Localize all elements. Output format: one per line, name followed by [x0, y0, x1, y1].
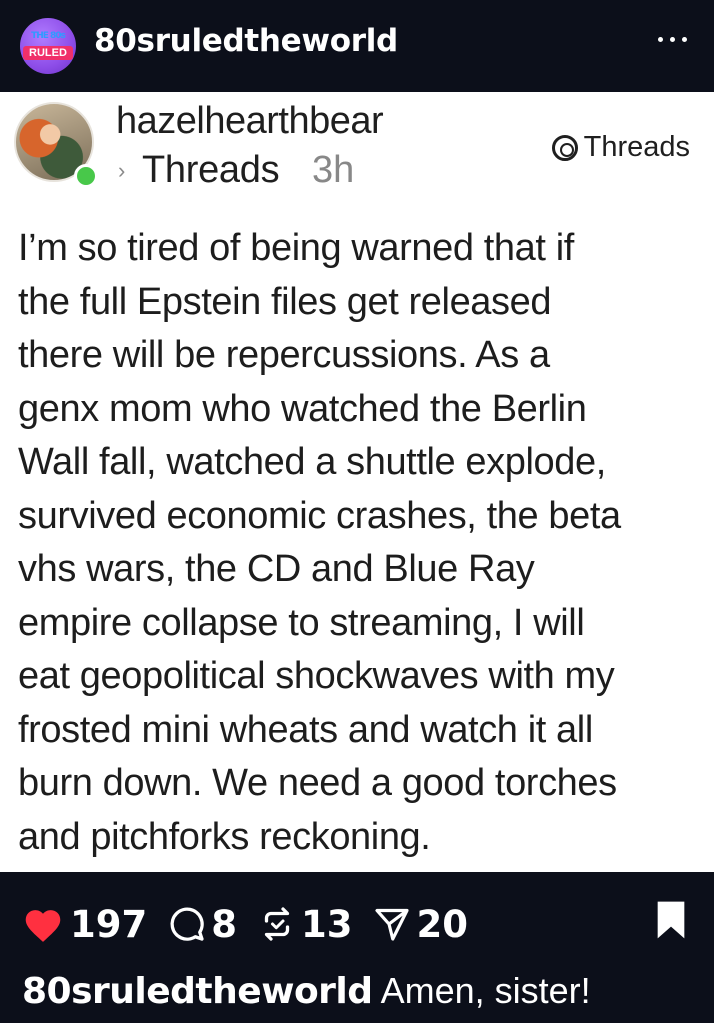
post-footer: 197 8 13 20 80sruledtheworld Amen, siste…	[0, 872, 714, 1023]
comment-count: 8	[211, 902, 237, 946]
caption-text: Amen, sister!	[372, 970, 591, 1011]
post-line: eat geopolitical shockwaves with my	[18, 655, 615, 697]
post-username[interactable]: hazelhearthbear	[116, 100, 384, 143]
heart-icon	[25, 910, 61, 942]
post-body: I’m so tired of being warned that if the…	[18, 222, 698, 864]
threads-badge: Threads	[551, 131, 690, 164]
threads-logo-icon	[551, 134, 578, 161]
comment-button[interactable]: 8	[169, 903, 237, 946]
threads-badge-label: Threads	[583, 131, 690, 163]
repost-count: 13	[300, 902, 353, 946]
post-line: and pitchforks reckoning.	[18, 815, 431, 858]
post-source: Threads	[142, 149, 280, 191]
repost-icon	[264, 907, 290, 941]
caption: 80sruledtheworld Amen, sister!	[22, 970, 591, 1012]
share-button[interactable]: 20	[374, 903, 468, 946]
account-name[interactable]: 80sruledtheworld	[94, 23, 398, 59]
online-status-dot	[74, 164, 98, 188]
post-line: genx mom who watched the Berlin	[18, 387, 587, 430]
post-line: empire collapse to streaming, I will	[18, 601, 585, 644]
post-line: I’m so tired of being warned that if	[18, 227, 574, 269]
more-options-icon[interactable]	[656, 34, 690, 44]
bookmark-icon	[657, 901, 685, 939]
repost-button[interactable]: 13	[259, 902, 353, 946]
share-count: 20	[416, 902, 468, 946]
post-card: hazelhearthbear › Threads 3h Threads I’m…	[0, 92, 714, 872]
top-header: THE 80s RULED 80sruledtheworld	[0, 0, 714, 92]
like-button[interactable]: 197	[22, 903, 147, 946]
bookmark-button[interactable]	[654, 900, 688, 945]
post-line: frosted mini wheats and watch it all	[18, 708, 593, 751]
post-line: survived economic crashes, the beta	[18, 494, 621, 537]
logo-text-top: THE 80s	[31, 31, 66, 41]
send-icon	[375, 908, 410, 941]
post-line: Wall fall, watched a shuttle explode,	[18, 441, 606, 483]
caption-username[interactable]: 80sruledtheworld	[22, 971, 373, 1012]
post-timestamp: 3h	[312, 149, 355, 191]
comment-icon	[170, 907, 204, 941]
post-line: burn down. We need a good torches	[18, 762, 617, 804]
action-bar: 197 8 13 20	[22, 900, 490, 948]
account-avatar[interactable]: THE 80s RULED	[20, 18, 76, 74]
post-line: vhs wars, the CD and Blue Ray	[18, 548, 535, 590]
like-count: 197	[70, 902, 148, 946]
post-line: the full Epstein files get released	[18, 280, 552, 323]
chevron-right-icon: ›	[118, 158, 126, 183]
post-line: there will be repercussions. As a	[18, 334, 550, 376]
logo-text-bar: RULED	[23, 46, 73, 60]
